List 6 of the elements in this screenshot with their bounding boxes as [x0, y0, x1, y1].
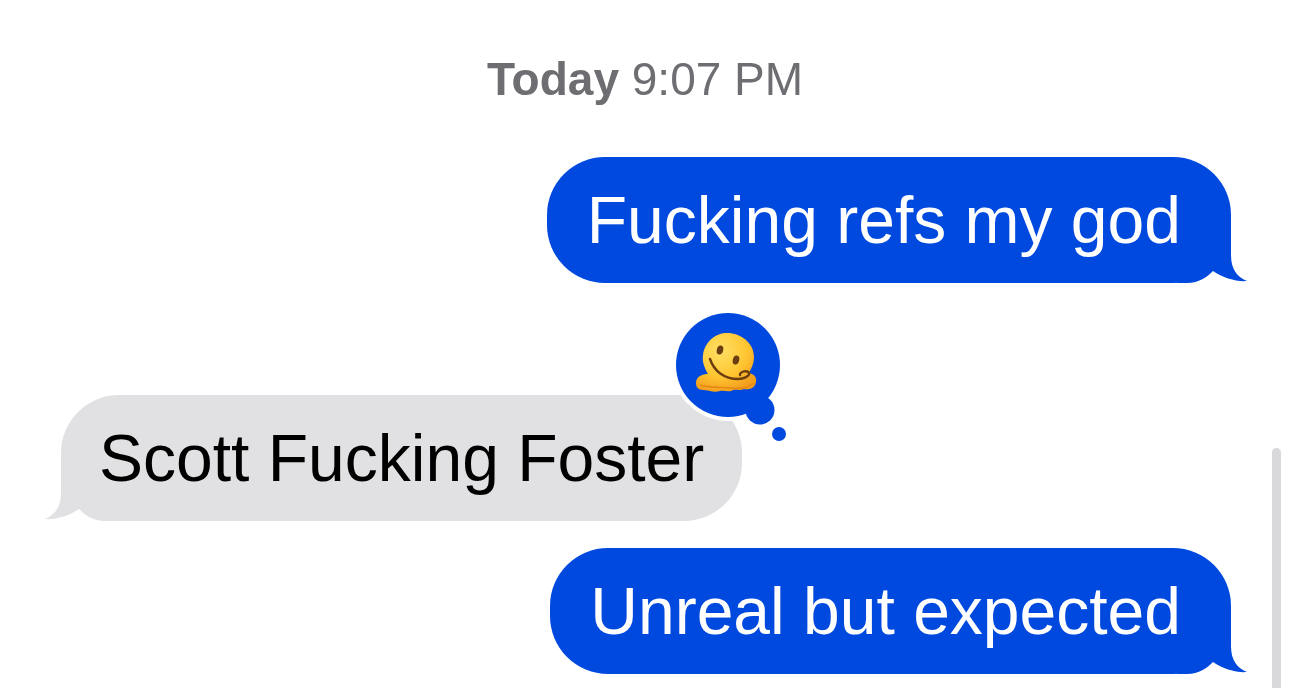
scrollbar[interactable]: [1272, 448, 1281, 688]
message-bubble[interactable]: Scott Fucking Foster: [45, 395, 743, 521]
timestamp: Today 9:07 PM: [486, 52, 804, 106]
melting-face-icon: [694, 333, 759, 393]
message-bubble[interactable]: Fucking refs my god: [546, 157, 1247, 283]
message-bubble[interactable]: Unreal but expected: [550, 548, 1247, 674]
